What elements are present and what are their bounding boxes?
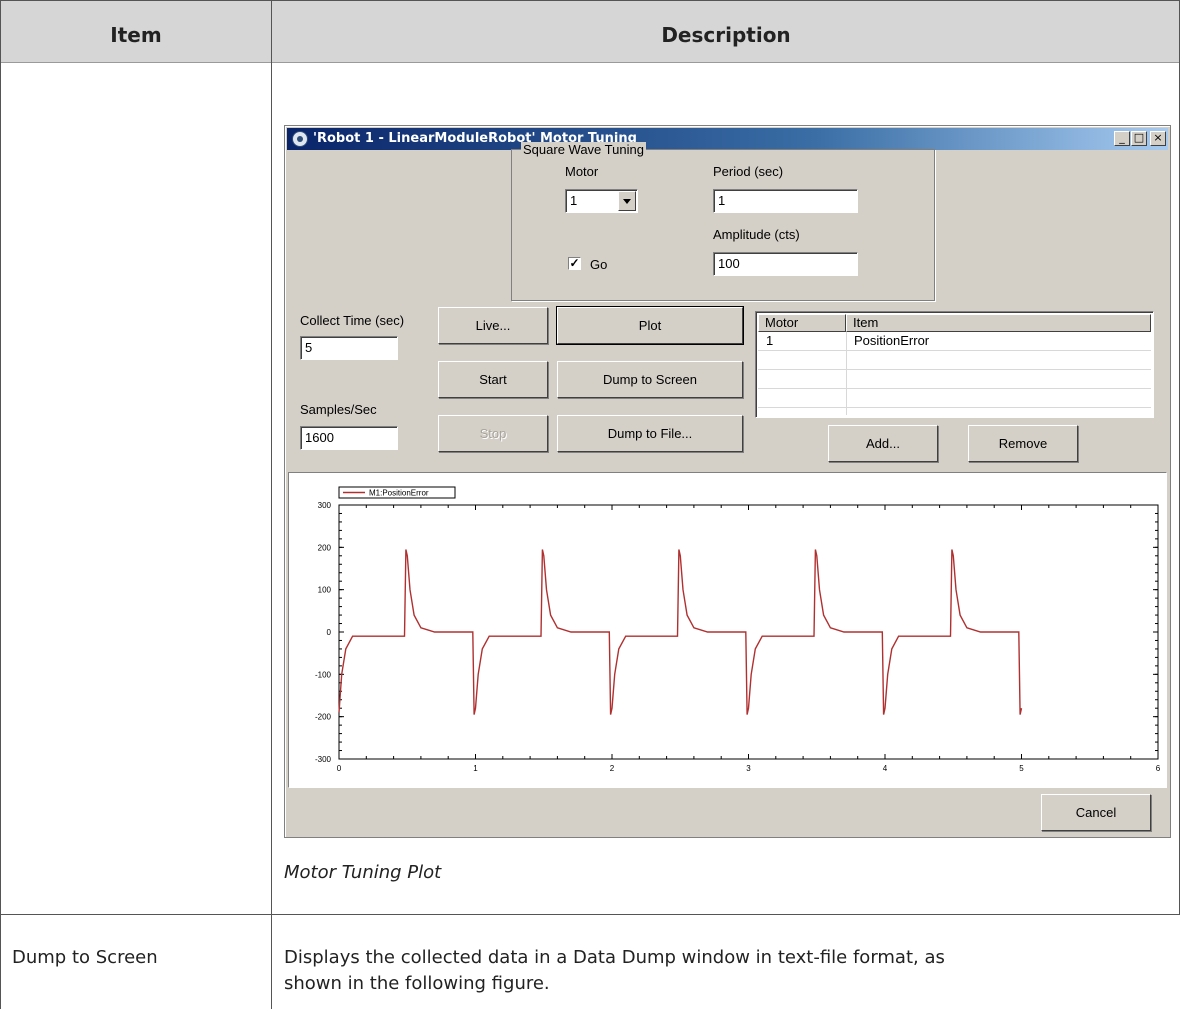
x-tick-label: 1 bbox=[473, 764, 478, 773]
group-title: Square Wave Tuning bbox=[521, 142, 646, 157]
samples-per-sec-label: Samples/Sec bbox=[300, 402, 377, 417]
position-error-chart: 0 1 2 3 4 5 6 300 200 100 0 -100 -200 -300 M1:Position… bbox=[288, 472, 1167, 788]
go-label: Go bbox=[590, 257, 608, 272]
x-tick-label: 5 bbox=[1019, 764, 1024, 773]
plot-items-list[interactable]: Motor Item 1 PositionError bbox=[755, 311, 1154, 418]
table-column-divider bbox=[271, 0, 272, 1009]
y-tick-label: -200 bbox=[315, 713, 332, 722]
y-tick-label: 0 bbox=[327, 628, 332, 637]
item-header: Item bbox=[110, 23, 162, 47]
series-line-position-error bbox=[338, 549, 1023, 715]
x-tick-label: 0 bbox=[337, 764, 342, 773]
column-header-motor[interactable]: Motor bbox=[758, 314, 846, 332]
row-item-dump-to-screen: Dump to Screen bbox=[12, 947, 158, 968]
x-tick-label: 4 bbox=[883, 764, 888, 773]
row-description-line1: Displays the collected data in a Data Du… bbox=[284, 947, 945, 968]
row-description-line2: shown in the following figure. bbox=[284, 973, 550, 994]
table-border-top bbox=[0, 0, 1180, 1]
y-tick-label: 100 bbox=[318, 586, 332, 595]
list-item[interactable]: 1 PositionError bbox=[758, 332, 1151, 351]
samples-per-sec-field[interactable]: 1600 bbox=[300, 426, 398, 450]
list-cell-motor: 1 bbox=[766, 333, 774, 348]
legend-label: M1:PositionError bbox=[369, 489, 429, 498]
x-tick-label: 3 bbox=[746, 764, 751, 773]
description-header: Description bbox=[661, 23, 791, 47]
y-tick-label: 200 bbox=[318, 543, 332, 552]
period-label: Period (sec) bbox=[713, 164, 784, 179]
motor-label: Motor bbox=[565, 164, 599, 179]
stop-button[interactable]: Stop bbox=[438, 415, 548, 452]
window-titlebar[interactable]: 'Robot 1 - LinearModuleRobot' Motor Tuni… bbox=[287, 128, 1168, 150]
add-button[interactable]: Add... bbox=[828, 425, 938, 462]
list-item-empty[interactable] bbox=[758, 389, 1151, 408]
list-item-empty[interactable] bbox=[758, 370, 1151, 389]
close-button[interactable]: × bbox=[1150, 131, 1166, 146]
maximize-button[interactable]: □ bbox=[1131, 131, 1147, 146]
period-field[interactable]: 1 bbox=[713, 189, 858, 213]
remove-button[interactable]: Remove bbox=[968, 425, 1078, 462]
chart-svg: 0 1 2 3 4 5 6 300 200 100 0 -100 -200 -300 M1:Position… bbox=[315, 486, 1161, 773]
collect-time-field[interactable]: 5 bbox=[300, 336, 398, 360]
dump-to-file-button[interactable]: Dump to File... bbox=[557, 415, 743, 452]
table-border-left bbox=[0, 0, 1, 1009]
y-tick-label: -100 bbox=[315, 670, 332, 679]
cancel-button[interactable]: Cancel bbox=[1041, 794, 1151, 831]
list-item-empty[interactable] bbox=[758, 351, 1151, 370]
collect-time-label: Collect Time (sec) bbox=[300, 313, 405, 328]
amplitude-field[interactable]: 100 bbox=[713, 252, 858, 276]
y-tick-label: -300 bbox=[315, 755, 332, 764]
figure-caption: Motor Tuning Plot bbox=[284, 862, 442, 883]
column-header-item[interactable]: Item bbox=[846, 314, 1151, 332]
chevron-down-icon[interactable] bbox=[618, 191, 636, 211]
list-cell-item: PositionError bbox=[854, 333, 930, 348]
dump-to-screen-button[interactable]: Dump to Screen bbox=[557, 361, 743, 398]
table-row-divider bbox=[0, 914, 1180, 915]
app-icon bbox=[292, 131, 308, 147]
motor-tuning-window: 'Robot 1 - LinearModuleRobot' Motor Tuni… bbox=[284, 125, 1171, 838]
y-tick-label: 300 bbox=[318, 501, 332, 510]
plot-button[interactable]: Plot bbox=[556, 306, 744, 345]
start-button[interactable]: Start bbox=[438, 361, 548, 398]
motor-select[interactable]: 1 bbox=[565, 189, 638, 213]
motor-select-value: 1 bbox=[570, 193, 578, 208]
amplitude-label: Amplitude (cts) bbox=[713, 227, 800, 242]
go-checkbox[interactable]: ✓ bbox=[568, 257, 581, 270]
x-tick-label: 2 bbox=[610, 764, 615, 773]
minimize-button[interactable]: _ bbox=[1114, 131, 1130, 146]
live-button[interactable]: Live... bbox=[438, 307, 548, 344]
x-tick-label: 6 bbox=[1156, 764, 1161, 773]
